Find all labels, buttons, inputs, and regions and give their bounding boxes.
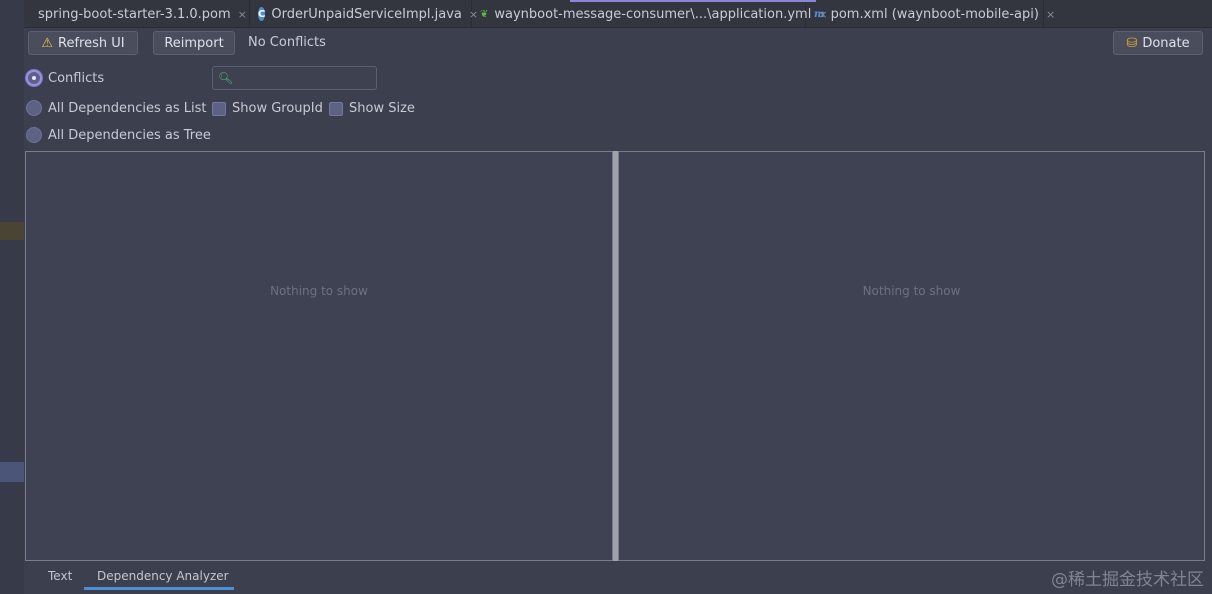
tab-label: OrderUnpaidServiceImpl.java bbox=[271, 6, 462, 22]
show-groupid-checkbox[interactable] bbox=[212, 101, 226, 116]
gutter-highlight bbox=[0, 222, 24, 240]
spring-yml-icon: ❦ bbox=[480, 8, 489, 20]
list-radio-option[interactable]: All Dependencies as List bbox=[26, 100, 207, 116]
tab-spring-boot-starter-pom[interactable]: spring-boot-starter-3.1.0.pom × bbox=[24, 0, 250, 28]
reimport-label: Reimport bbox=[164, 35, 224, 51]
active-tab-underline bbox=[84, 587, 234, 590]
conflicts-label: Conflicts bbox=[48, 70, 105, 86]
active-tab-indicator bbox=[570, 0, 816, 2]
editor-tab-bar: spring-boot-starter-3.1.0.pom × C OrderU… bbox=[24, 0, 1212, 28]
tab-label: waynboot-message-consumer\...\applicatio… bbox=[494, 6, 812, 22]
tab-label: spring-boot-starter-3.1.0.pom bbox=[38, 6, 231, 22]
bottom-tab-bar: Text Dependency Analyzer bbox=[24, 563, 1212, 591]
editor-gutter bbox=[0, 0, 24, 594]
left-dependency-panel[interactable]: Nothing to show bbox=[25, 151, 613, 561]
maven-m-icon: m bbox=[814, 8, 825, 20]
refresh-ui-button[interactable]: ⚠ Refresh UI bbox=[28, 31, 138, 55]
empty-state-text: Nothing to show bbox=[862, 284, 961, 298]
right-dependency-panel[interactable]: Nothing to show bbox=[618, 151, 1205, 561]
class-c-icon: C bbox=[258, 7, 266, 21]
all-dependencies-tree-radio[interactable] bbox=[26, 127, 42, 143]
tab-dependency-analyzer[interactable]: Dependency Analyzer bbox=[97, 569, 229, 583]
tab-pom-xml[interactable]: m pom.xml (waynboot-mobile-api) × bbox=[806, 0, 1055, 28]
conflict-status: No Conflicts bbox=[248, 35, 326, 50]
tree-radio-option[interactable]: All Dependencies as Tree bbox=[26, 127, 211, 143]
warning-icon: ⚠ bbox=[41, 35, 54, 51]
show-groupid-label: Show GroupId bbox=[232, 101, 323, 116]
show-size-label: Show Size bbox=[349, 101, 415, 116]
tab-application-yml[interactable]: ❦ waynboot-message-consumer\...\applicat… bbox=[472, 0, 828, 28]
empty-state-text: Nothing to show bbox=[270, 284, 368, 298]
close-icon[interactable]: × bbox=[1046, 8, 1055, 21]
watermark: @稀土掘金技术社区 bbox=[1051, 570, 1204, 590]
conflicts-radio[interactable] bbox=[26, 70, 42, 86]
search-input[interactable]: 🔍︎ bbox=[212, 66, 377, 90]
all-dependencies-list-radio[interactable] bbox=[26, 100, 42, 116]
search-icon: 🔍︎ bbox=[218, 71, 234, 85]
donate-button[interactable]: ⛁ Donate bbox=[1113, 31, 1203, 55]
tab-order-unpaid-service-impl[interactable]: C OrderUnpaidServiceImpl.java × bbox=[250, 0, 478, 28]
reimport-button[interactable]: Reimport bbox=[153, 31, 235, 55]
gutter-selection bbox=[0, 462, 24, 482]
conflicts-radio-option[interactable]: Conflicts bbox=[26, 70, 104, 86]
show-size-option[interactable]: Show Size bbox=[329, 101, 415, 116]
all-dependencies-list-label: All Dependencies as List bbox=[48, 100, 207, 116]
all-dependencies-tree-label: All Dependencies as Tree bbox=[48, 127, 211, 143]
donate-label: Donate bbox=[1142, 35, 1190, 51]
refresh-ui-label: Refresh UI bbox=[58, 35, 125, 51]
tab-label: pom.xml (waynboot-mobile-api) bbox=[830, 6, 1039, 22]
show-size-checkbox[interactable] bbox=[329, 101, 343, 116]
show-groupid-option[interactable]: Show GroupId bbox=[212, 101, 323, 116]
close-icon[interactable]: × bbox=[238, 8, 247, 21]
donate-coin-icon: ⛁ bbox=[1126, 35, 1138, 51]
tab-text[interactable]: Text bbox=[48, 569, 72, 583]
